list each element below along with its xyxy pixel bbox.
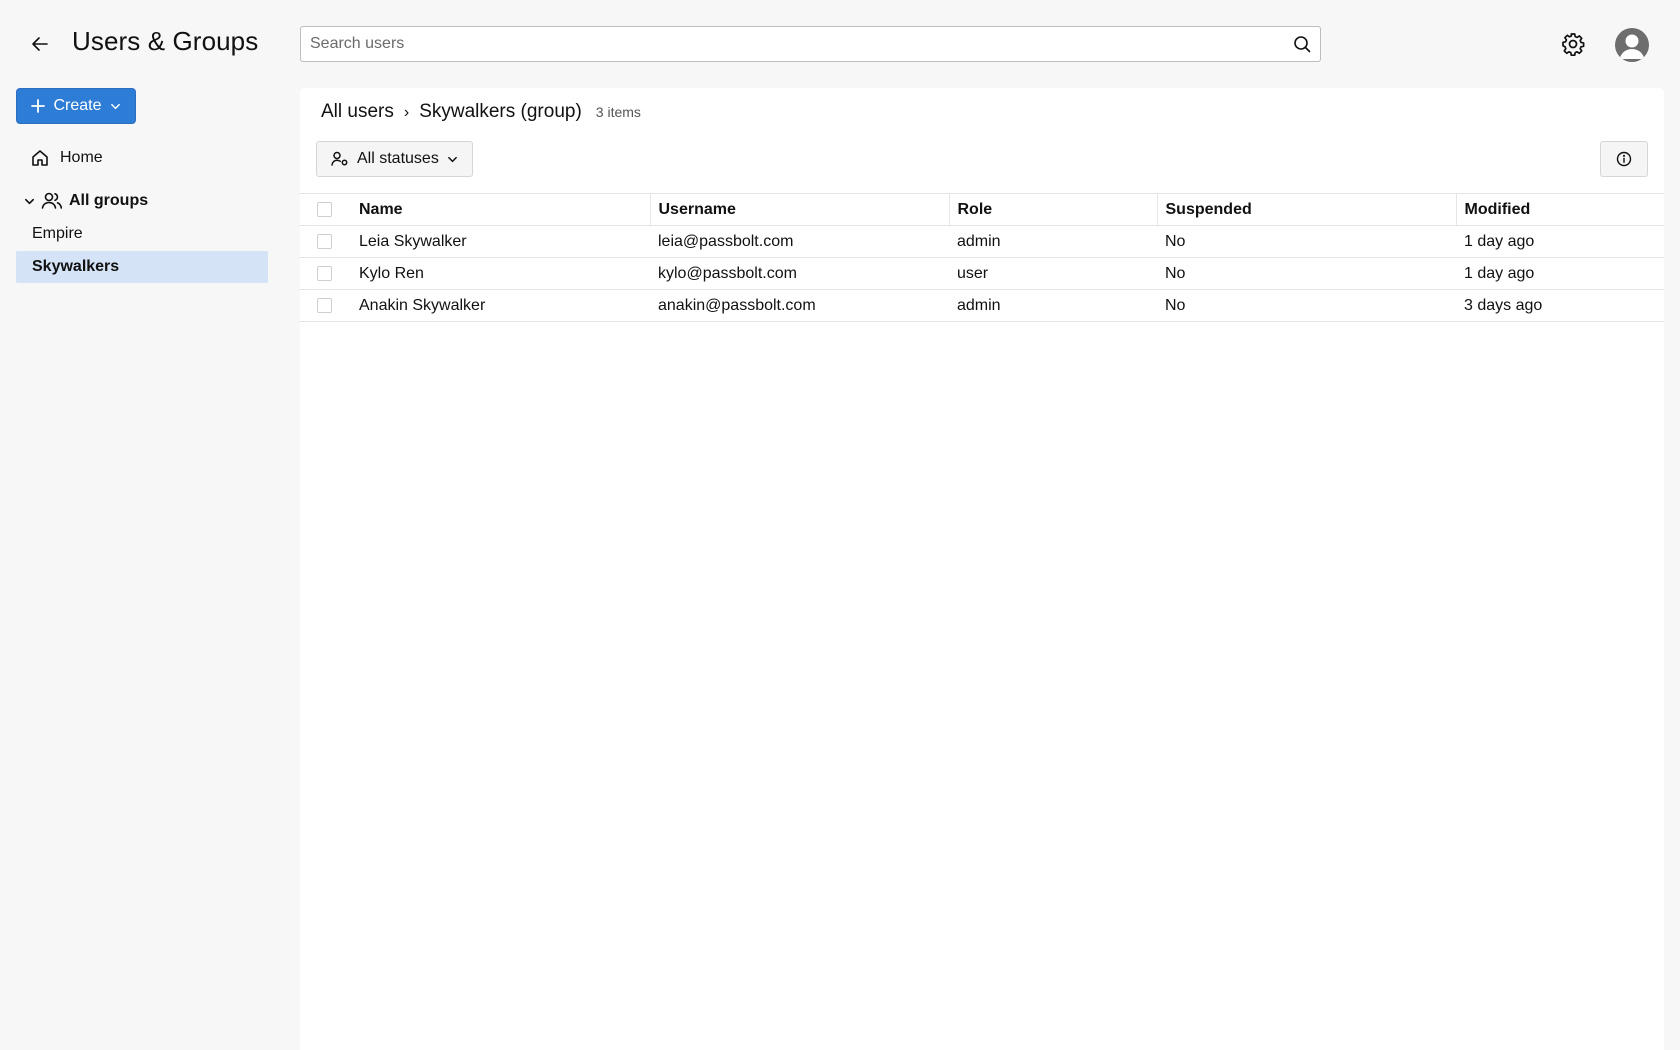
status-filter-dropdown[interactable]: All statuses	[316, 141, 473, 177]
row-checkbox[interactable]	[317, 298, 332, 313]
column-header-name[interactable]: Name	[351, 193, 650, 226]
create-button-label: Create	[53, 97, 102, 114]
cell-suspended: No	[1157, 257, 1456, 290]
column-header-role[interactable]: Role	[948, 193, 1157, 226]
breadcrumb-current-group[interactable]: Skywalkers (group)	[419, 101, 582, 123]
sidebar-item-empire[interactable]: Empire	[16, 218, 268, 250]
plus-icon	[31, 99, 46, 113]
cell-role: admin	[949, 289, 1157, 322]
cell-suspended: No	[1157, 225, 1456, 258]
sidebar-item-home[interactable]: Home	[30, 146, 103, 170]
cell-modified: 1 day ago	[1456, 225, 1664, 258]
row-checkbox[interactable]	[317, 266, 332, 281]
gear-icon	[1562, 33, 1585, 56]
main-panel: All users › Skywalkers (group) 3 items A…	[300, 88, 1664, 1050]
chevron-down-icon	[25, 198, 34, 204]
info-icon	[1616, 151, 1632, 167]
breadcrumb-separator: ›	[403, 104, 410, 121]
users-icon	[41, 192, 63, 209]
table-row[interactable]: Anakin Skywalker anakin@passbolt.com adm…	[300, 289, 1664, 322]
chevron-down-icon	[447, 156, 457, 162]
table-row[interactable]: Leia Skywalker leia@passbolt.com admin N…	[300, 225, 1664, 258]
chevron-down-icon	[110, 103, 120, 109]
create-button[interactable]: Create	[16, 88, 136, 124]
column-header-suspended[interactable]: Suspended	[1156, 193, 1456, 226]
cell-name: Anakin Skywalker	[351, 289, 650, 322]
home-icon	[32, 150, 48, 166]
settings-button[interactable]	[1560, 31, 1586, 57]
sidebar-item-skywalkers[interactable]: Skywalkers	[16, 251, 268, 283]
info-button[interactable]	[1600, 141, 1648, 177]
page-title: Users & Groups	[72, 26, 259, 56]
select-all-cell	[300, 193, 351, 226]
row-select-cell	[300, 289, 351, 322]
cell-role: admin	[949, 225, 1157, 258]
cell-username: anakin@passbolt.com	[650, 289, 949, 322]
user-status-icon	[331, 151, 348, 166]
users-groups-app: Users & Groups Create Home	[0, 0, 1680, 1050]
search-icon[interactable]	[1284, 27, 1320, 61]
sidebar-item-all-groups-label: All groups	[69, 192, 149, 209]
back-button[interactable]	[28, 32, 52, 56]
search-bar	[300, 26, 1321, 62]
breadcrumb: All users › Skywalkers (group) 3 items	[321, 101, 641, 123]
sidebar-item-home-label: Home	[60, 149, 103, 166]
user-avatar-icon[interactable]	[1615, 28, 1649, 62]
cell-modified: 1 day ago	[1456, 257, 1664, 290]
column-header-modified[interactable]: Modified	[1455, 193, 1664, 226]
cell-suspended: No	[1157, 289, 1456, 322]
cell-username: leia@passbolt.com	[650, 225, 949, 258]
cell-name: Kylo Ren	[351, 257, 650, 290]
items-count: 3 items	[595, 104, 641, 120]
sidebar-item-label: Empire	[32, 225, 83, 242]
cell-username: kylo@passbolt.com	[650, 257, 949, 290]
row-checkbox[interactable]	[317, 234, 332, 249]
table-header-row: Name Username Role Suspended Modified	[300, 193, 1664, 226]
breadcrumb-all-users[interactable]: All users	[321, 101, 394, 123]
row-select-cell	[300, 257, 351, 290]
search-input[interactable]	[301, 27, 1284, 61]
sidebar-item-label: Skywalkers	[32, 258, 120, 275]
arrow-left-icon	[32, 37, 48, 51]
cell-modified: 3 days ago	[1456, 289, 1664, 322]
cell-role: user	[949, 257, 1157, 290]
column-header-username[interactable]: Username	[649, 193, 949, 226]
users-table: Name Username Role Suspended Modified Le…	[300, 193, 1664, 322]
status-filter-label: All statuses	[357, 150, 439, 167]
select-all-checkbox[interactable]	[317, 202, 332, 217]
cell-name: Leia Skywalker	[351, 225, 650, 258]
table-row[interactable]: Kylo Ren kylo@passbolt.com user No 1 day…	[300, 257, 1664, 290]
sidebar-item-all-groups[interactable]: All groups	[24, 189, 148, 213]
row-select-cell	[300, 225, 351, 258]
